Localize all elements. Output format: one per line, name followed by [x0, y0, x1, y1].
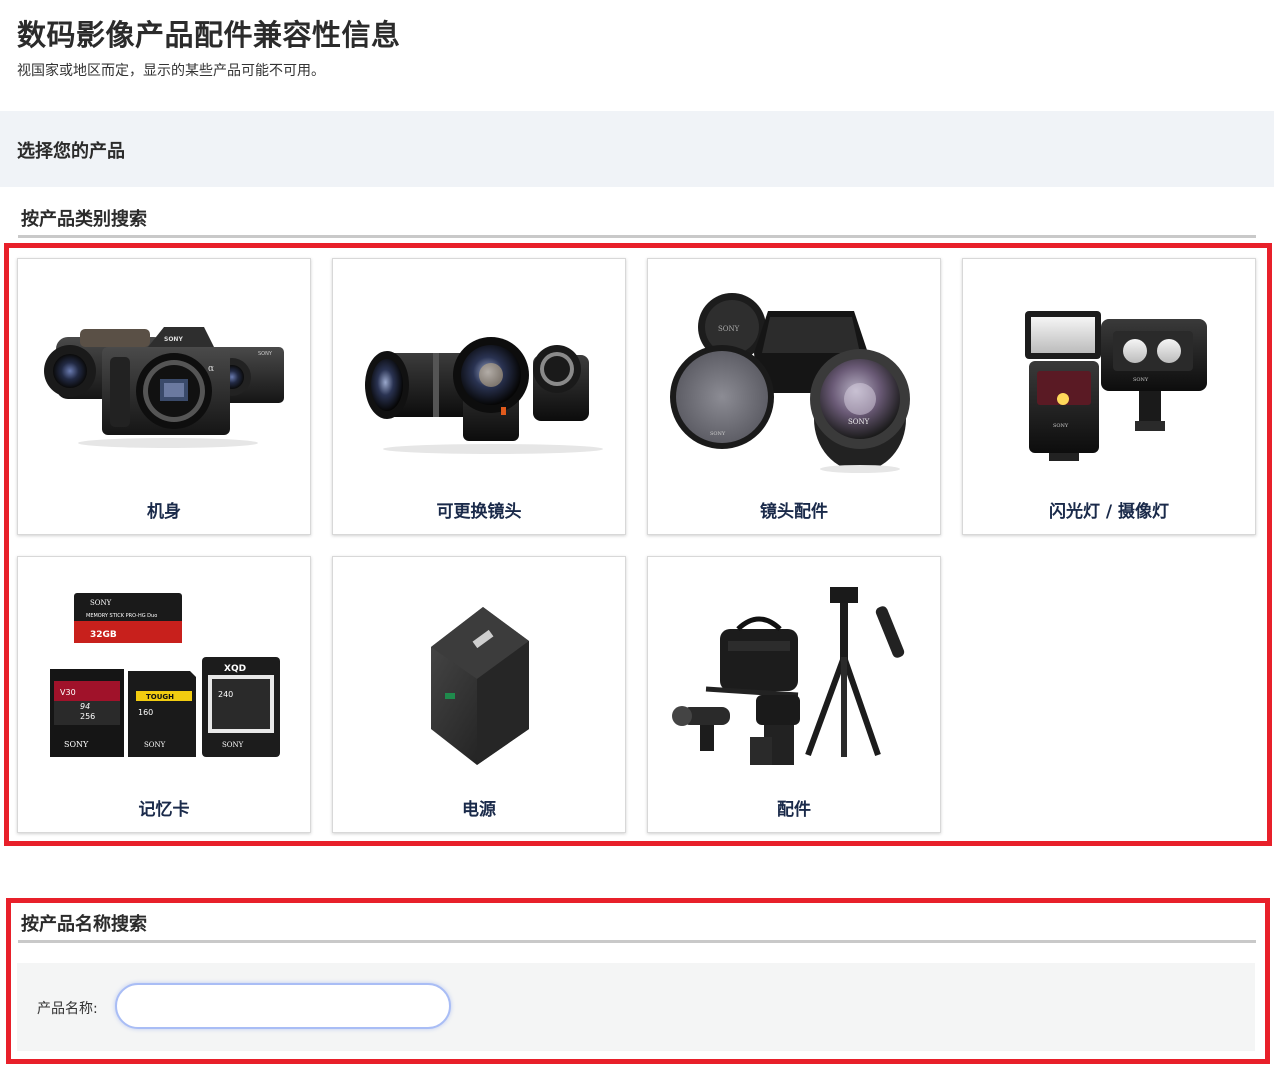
category-label: 电源 [462, 800, 496, 820]
category-card-flash-video-light[interactable]: SONY SONY 闪光灯 / 摄像灯 [962, 258, 1256, 535]
ms-line-text: MEMORY STICK PRO-HG Duo [86, 613, 157, 619]
xqd-text: XQD [224, 664, 246, 674]
accessories-icon [672, 587, 905, 765]
tough-capacity-text: 160 [138, 708, 153, 717]
xqd-capacity-text: 240 [218, 690, 233, 699]
category-card-memory-cards[interactable]: SONY MEMORY STICK PRO-HG Duo 32GB V30 94… [17, 556, 311, 833]
page-title: 数码影像产品配件兼容性信息 [17, 18, 401, 52]
product-name-input[interactable] [115, 983, 451, 1029]
lens-accessories-icon: SONY SONY SONY [670, 293, 910, 473]
category-label: 闪光灯 / 摄像灯 [1048, 502, 1170, 522]
select-product-banner: 选择您的产品 [0, 111, 1274, 187]
select-product-label: 选择您的产品 [17, 141, 125, 162]
xqd-brand-text: SONY [222, 741, 244, 749]
alpha-mark-text: α [208, 364, 214, 374]
category-label: 镜头配件 [760, 502, 828, 522]
name-search-heading: 按产品名称搜索 [18, 910, 1256, 943]
category-search-heading: 按产品类别搜索 [18, 205, 1256, 238]
filter-brand-text: SONY [710, 431, 726, 437]
category-label: 机身 [147, 502, 181, 522]
category-label: 可更换镜头 [436, 502, 522, 522]
tough-text: TOUGH [146, 693, 174, 701]
category-card-power[interactable]: 电源 [332, 556, 626, 833]
category-card-interchangeable-lenses[interactable]: 可更换镜头 [332, 258, 626, 535]
sd-capacity-text: 256 [80, 712, 95, 721]
light-brand-text: SONY [1133, 377, 1149, 383]
sd-v30-text: V30 [60, 688, 76, 697]
sd-speed-text: 94 [80, 702, 90, 711]
page-subtitle: 视国家或地区而定，显示的某些产品可能不可用。 [17, 63, 325, 79]
memory-cards-icon: SONY MEMORY STICK PRO-HG Duo 32GB V30 94… [50, 593, 280, 757]
name-search-panel: 产品名称: [17, 963, 1255, 1051]
flash-brand-text: SONY [1053, 423, 1069, 429]
interchangeable-lenses-icon [365, 337, 603, 454]
product-name-label: 产品名称: [37, 1001, 98, 1017]
converter-brand-text: SONY [848, 418, 870, 426]
camera-bodies-icon: SONY SONY α [44, 327, 284, 448]
ms-brand-text: SONY [90, 599, 112, 607]
compact-brand-text: SONY [258, 351, 273, 357]
body-brand-text: SONY [164, 336, 183, 343]
category-card-camera-bodies[interactable]: SONY SONY α 机身 [17, 258, 311, 535]
category-label: 配件 [777, 800, 811, 820]
category-card-lens-accessories[interactable]: SONY SONY SONY 镜头配件 [647, 258, 941, 535]
tough-brand-text: SONY [144, 741, 166, 749]
category-card-accessories[interactable]: 配件 [647, 556, 941, 833]
category-label: 记忆卡 [138, 800, 190, 820]
ms-capacity-text: 32GB [90, 630, 117, 640]
flash-video-light-icon: SONY SONY [1025, 311, 1207, 461]
sd-brand-text: SONY [64, 740, 89, 749]
cap-brand-text: SONY [718, 325, 740, 333]
battery-icon [431, 607, 529, 765]
